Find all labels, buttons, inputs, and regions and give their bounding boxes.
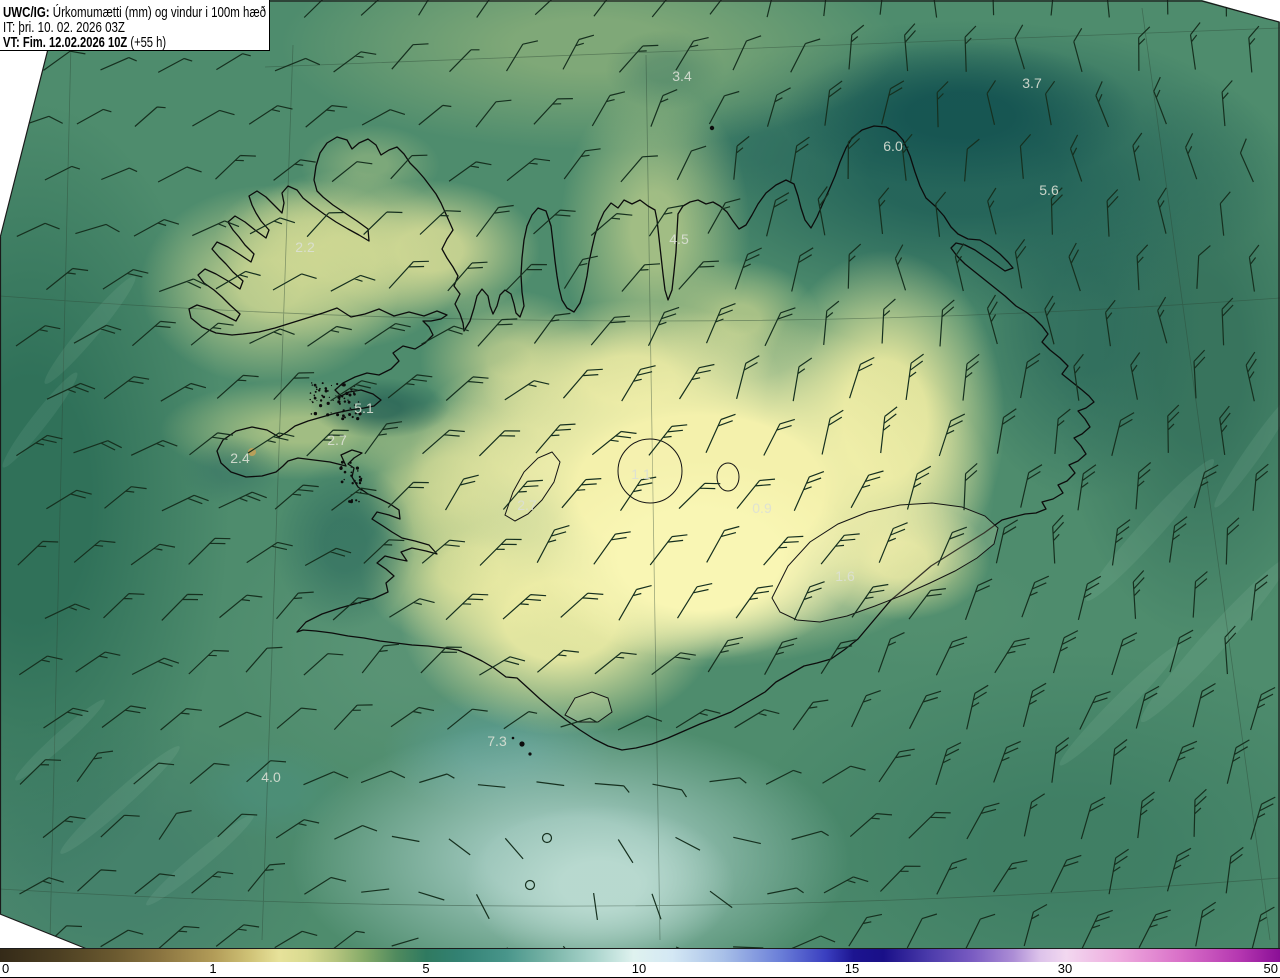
svg-text:0.9: 0.9 [752,500,772,516]
svg-text:2.2: 2.2 [295,239,315,255]
svg-text:4.0: 4.0 [261,769,281,785]
svg-text:2.4: 2.4 [230,450,250,466]
svg-text:7.3: 7.3 [487,733,507,749]
svg-text:1.6: 1.6 [835,568,855,584]
svg-text:2.7: 2.7 [327,432,347,448]
svg-text:4.5: 4.5 [669,231,689,247]
svg-text:5.1: 5.1 [354,400,374,416]
svg-text:1.1: 1.1 [631,466,651,482]
svg-text:5.6: 5.6 [1039,182,1059,198]
svg-text:3.7: 3.7 [1022,75,1042,91]
svg-text:3.4: 3.4 [672,68,692,84]
svg-text:2.7: 2.7 [517,497,537,513]
svg-text:6.0: 6.0 [883,138,903,154]
